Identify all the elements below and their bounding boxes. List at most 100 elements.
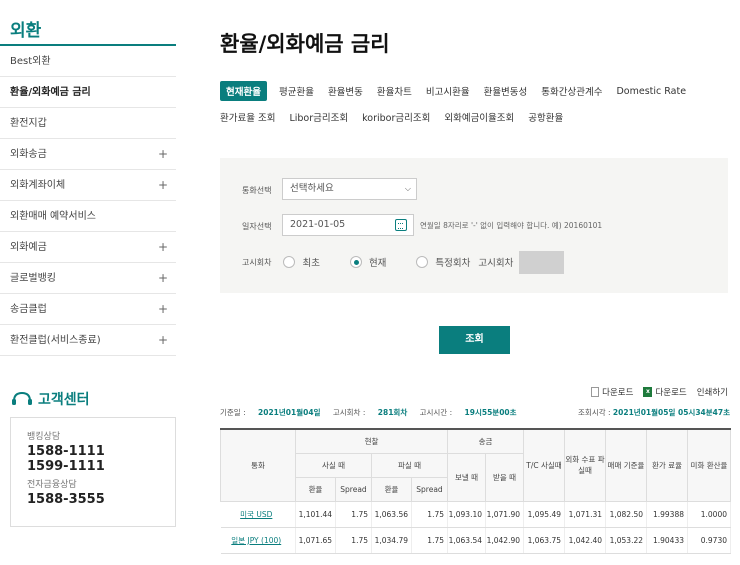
table-cell: 1.90433 <box>646 527 688 554</box>
sidebar-item-exchange-rate[interactable]: 환율/외화예금 금리 <box>0 77 176 108</box>
table-cell: 1,095.49 <box>523 501 565 528</box>
date-label: 일자선택 <box>242 222 272 231</box>
header-conversion-fee: 환가 료율 <box>646 428 688 502</box>
search-panel: 통화선택 선택하세요 ⌵ 일자선택 2021-01-05 연월일 8자리로 '-… <box>220 158 728 293</box>
radio-specific-label: 특정회차 <box>435 258 471 269</box>
plus-icon[interactable]: + <box>158 232 168 263</box>
search-button[interactable]: 조회 <box>439 326 510 354</box>
radio-current-label: 현재 <box>368 258 387 269</box>
ef-label: 전자금융상담 <box>27 480 77 490</box>
print-button[interactable]: 인쇄하기 <box>697 386 728 398</box>
tab-libor[interactable]: Libor금리조회 <box>289 110 348 124</box>
tab-deposit-rate[interactable]: 외화예금이율조회 <box>444 110 514 124</box>
table-cell: 1,063.54 <box>447 527 486 554</box>
notice-round: 281회차 <box>377 408 408 417</box>
currency-link[interactable]: 미국 USD <box>220 501 296 528</box>
header-base-rate: 매매 기준율 <box>605 428 647 502</box>
customer-center-box: 뱅킹상담 1588-1111 1599-1111 전자금융상담 1588-355… <box>10 417 176 527</box>
plus-icon[interactable]: + <box>158 325 168 356</box>
tab-rate-change[interactable]: 환율변동 <box>328 84 363 98</box>
tab-average-rate[interactable]: 평균환율 <box>279 84 314 98</box>
sidebar-item-exchange-club[interactable]: 환전클럽(서비스종료) + <box>0 325 176 356</box>
notice-label: 고시회차 <box>242 257 272 267</box>
sidebar-item-label: 환전지갑 <box>10 118 47 129</box>
plus-icon[interactable]: + <box>158 170 168 201</box>
sidebar-item-label: Best외환 <box>10 56 51 67</box>
excel-download-label: 다운로드 <box>655 388 687 398</box>
header-buy: 사실 때 <box>295 452 372 478</box>
currency-label: 통화선택 <box>242 186 272 195</box>
table-cell: 1,034.79 <box>371 527 412 554</box>
table-cell: 1.99388 <box>646 501 688 528</box>
tab-conversion-fee[interactable]: 환가료율 조회 <box>220 110 275 124</box>
header-usd-conversion: 미화 환산율 <box>687 428 731 502</box>
sidebar-item-remittance[interactable]: 외화송금 + <box>0 139 176 170</box>
sidebar-item-remit-club[interactable]: 송금클럽 + <box>0 294 176 325</box>
sidebar-item-wallet[interactable]: 환전지갑 <box>0 108 176 139</box>
tab-rate-chart[interactable]: 환율차트 <box>377 84 412 98</box>
plus-icon[interactable]: + <box>158 263 168 294</box>
sidebar-item-deposit[interactable]: 외화예금 + <box>0 232 176 263</box>
table-cell: 1,063.56 <box>371 501 412 528</box>
sidebar: 외환 Best외환 환율/외화예금 금리 환전지갑 외화송금 + 외화계좌이체 + … <box>0 0 176 356</box>
customer-center-label: 고객센터 <box>38 392 90 408</box>
date-value: 2021-01-05 <box>290 219 346 230</box>
currency-link[interactable]: 일본 JPY (100) <box>220 527 296 554</box>
notice-round-input[interactable] <box>519 250 565 274</box>
header-sell: 파실 때 <box>371 452 448 478</box>
tab-non-notice-rate[interactable]: 비고시환율 <box>426 84 470 98</box>
table-cell: 1,042.90 <box>485 527 524 554</box>
date-input[interactable]: 2021-01-05 <box>282 214 414 236</box>
header-tc: T/C 사실때 <box>523 428 565 502</box>
sidebar-title: 외환 <box>0 0 176 46</box>
notice-round-options: 고시회차 최초 현재 특정회차 고시회차 <box>242 250 565 274</box>
table-cell: 1.75 <box>411 527 448 554</box>
excel-download-button[interactable]: x 다운로드 <box>643 386 687 398</box>
calendar-icon[interactable] <box>395 219 407 231</box>
header-sell-spread: Spread <box>411 476 448 502</box>
table-cell: 1.75 <box>335 527 372 554</box>
table-cell: 1,063.75 <box>523 527 565 554</box>
header-receive: 받을 때 <box>485 452 524 502</box>
sidebar-item-reservation[interactable]: 외환매매 예약서비스 <box>0 201 176 232</box>
table-row: 일본 JPY (100) 1,071.65 1.75 1,034.79 1.75… <box>220 527 731 554</box>
tab-current-rate[interactable]: 현재환율 <box>220 81 267 101</box>
bank-phone-1: 1588-1111 <box>27 444 105 459</box>
date-hint: 연월일 8자리로 '-' 없이 입력해야 합니다. 예) 20160101 <box>420 221 603 230</box>
radio-first[interactable] <box>283 256 296 268</box>
header-currency: 통화 <box>220 428 296 502</box>
sidebar-item-transfer[interactable]: 외화계좌이체 + <box>0 170 176 201</box>
base-date-label: 기준일 : <box>220 408 246 417</box>
sidebar-item-best[interactable]: Best외환 <box>0 46 176 77</box>
currency-select[interactable]: 선택하세요 ⌵ <box>282 178 417 200</box>
bank-label: 뱅킹상담 <box>27 432 61 442</box>
table-cell: 1,082.50 <box>605 501 647 528</box>
table-cell: 1.75 <box>335 501 372 528</box>
sidebar-item-label: 외화송금 <box>10 149 47 160</box>
radio-specific[interactable] <box>416 256 429 268</box>
tab-correlation[interactable]: 통화간상관계수 <box>541 84 602 98</box>
headset-icon <box>12 391 32 405</box>
tab-bar: 현재환율 평균환율 환율변동 환율차트 비고시환율 환율변동성 통화간상관계수 … <box>220 80 740 132</box>
table-cell: 1,042.40 <box>564 527 606 554</box>
download-toolbar: 다운로드 x 다운로드 인쇄하기 <box>591 386 728 398</box>
tab-domestic-rate[interactable]: Domestic Rate <box>616 86 686 97</box>
table-cell: 1,053.22 <box>605 527 647 554</box>
sidebar-item-label: 송금클럽 <box>10 304 47 315</box>
tab-airport-rate[interactable]: 공항환율 <box>528 110 563 124</box>
tab-koribor[interactable]: koribor금리조회 <box>362 110 430 124</box>
tab-volatility[interactable]: 환율변동성 <box>484 84 528 98</box>
plus-icon[interactable]: + <box>158 139 168 170</box>
table-row: 미국 USD 1,101.44 1.75 1,063.56 1.75 1,093… <box>220 501 731 528</box>
query-time-label: 조회시각 : <box>578 408 611 417</box>
excel-icon: x <box>643 387 653 397</box>
table-cell: 1.0000 <box>687 501 731 528</box>
radio-current[interactable] <box>349 256 362 268</box>
sidebar-item-global[interactable]: 글로벌뱅킹 + <box>0 263 176 294</box>
header-send: 보낼 때 <box>447 452 486 502</box>
download-button[interactable]: 다운로드 <box>591 386 633 398</box>
plus-icon[interactable]: + <box>158 294 168 325</box>
chevron-down-icon: ⌵ <box>404 184 411 193</box>
customer-center-title: 고객센터 <box>10 389 90 409</box>
ef-phone: 1588-3555 <box>27 492 105 507</box>
